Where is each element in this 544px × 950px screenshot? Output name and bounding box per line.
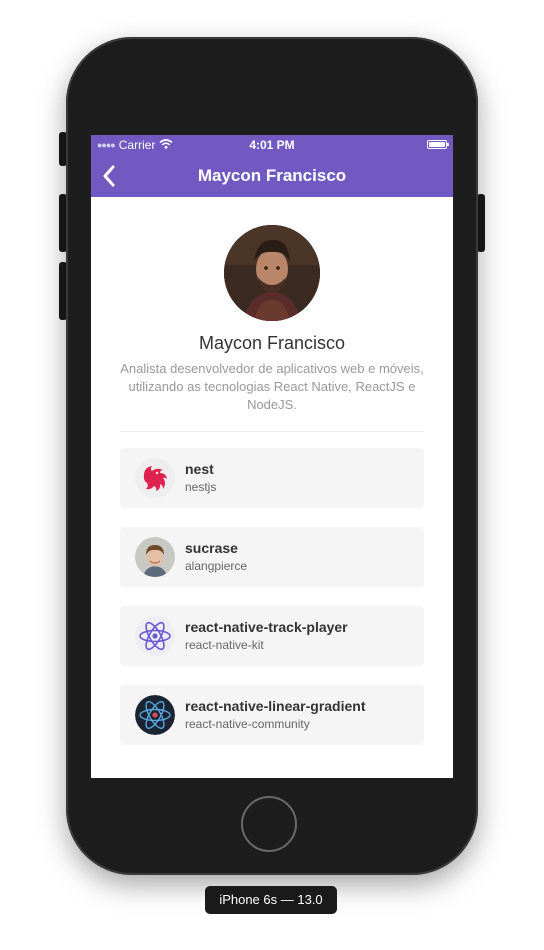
- repo-title: react-native-linear-gradient: [185, 698, 366, 714]
- divider: [120, 431, 424, 432]
- starred-repo-list: nest nestjs sucrase alangpierce react-na…: [120, 448, 424, 764]
- repo-item-sucrase[interactable]: sucrase alangpierce: [120, 527, 424, 587]
- status-bar: ●●●● Carrier 4:01 PM: [91, 135, 453, 155]
- nav-title: Maycon Francisco: [197, 166, 347, 185]
- react-atom-purple-icon: [135, 616, 175, 656]
- repo-author: alangpierce: [185, 559, 248, 573]
- repo-item-react-native-track-player[interactable]: react-native-track-player react-native-k…: [120, 606, 424, 666]
- profile-name: Maycon Francisco: [198, 333, 346, 353]
- device-label: iPhone 6s — 13.0: [205, 886, 337, 914]
- power-button: [477, 194, 485, 252]
- repo-title: nest: [185, 461, 214, 477]
- app-screen: ●●●● Carrier 4:01 PM Maycon Francisco Ma…: [91, 135, 453, 778]
- repo-item-react-native-linear-gradient[interactable]: react-native-linear-gradient react-nativ…: [120, 685, 424, 745]
- profile-avatar: [224, 225, 320, 321]
- repo-item-nest[interactable]: nest nestjs: [120, 448, 424, 508]
- repo-author: react-native-community: [185, 717, 310, 731]
- react-atom-dark-icon: [135, 695, 175, 735]
- repo-author: nestjs: [185, 480, 217, 494]
- navigation-header: Maycon Francisco: [91, 155, 453, 197]
- user-photo-avatar: [135, 537, 175, 577]
- nest-logo-icon: [135, 458, 175, 498]
- simulator-stage: ●●●● Carrier 4:01 PM Maycon Francisco Ma…: [0, 0, 544, 950]
- repo-title: sucrase: [185, 540, 238, 556]
- repo-title: react-native-track-player: [185, 619, 348, 635]
- profile-bio: Analista desenvolvedor de aplicativos we…: [120, 361, 424, 412]
- repo-author: react-native-kit: [185, 638, 264, 652]
- battery-icon: [427, 140, 449, 149]
- home-button[interactable]: [241, 796, 297, 852]
- status-time: 4:01 PM: [249, 138, 295, 152]
